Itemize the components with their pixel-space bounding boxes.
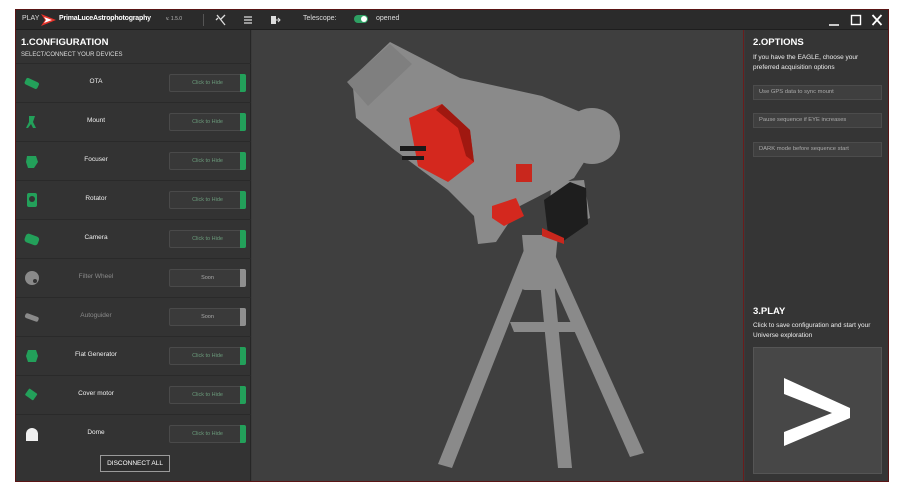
device-name: Filter Wheel bbox=[78, 273, 114, 280]
telescope-model bbox=[347, 42, 644, 468]
device-toggle-button[interactable]: Click to Hide bbox=[169, 386, 246, 404]
play-label: PLAY bbox=[22, 15, 40, 22]
device-row: Autoguider Soon bbox=[16, 297, 251, 336]
device-toggle-button[interactable]: Click to Hide bbox=[169, 74, 246, 92]
device-toggle-label: Click to Hide bbox=[192, 392, 223, 398]
autoguider-icon bbox=[24, 309, 40, 325]
tools-icon[interactable] bbox=[215, 14, 227, 26]
telescope-toggle[interactable] bbox=[354, 15, 368, 23]
focuser-icon bbox=[24, 153, 40, 169]
menu-icon[interactable] bbox=[242, 14, 254, 26]
device-toggle-button[interactable]: Click to Hide bbox=[169, 152, 246, 170]
configuration-subtitle: SELECT/CONNECT YOUR DEVICES bbox=[21, 52, 123, 58]
filter-wheel-icon bbox=[24, 270, 40, 286]
device-row: Mount Click to Hide bbox=[16, 102, 251, 141]
title-bar: PLAY PrimaLuceAstrophotography v. 1.5.0 … bbox=[16, 10, 888, 30]
device-name: Autoguider bbox=[80, 312, 112, 319]
play-title: 3.PLAY bbox=[753, 306, 786, 317]
options-panel: 2.OPTIONS If you have the EAGLE, choose … bbox=[745, 30, 888, 481]
device-name: Mount bbox=[86, 117, 106, 124]
device-toggle-label: Click to Hide bbox=[192, 431, 223, 437]
device-row: Camera Click to Hide bbox=[16, 219, 251, 258]
disconnect-all-button[interactable]: DISCONNECT ALL bbox=[100, 455, 170, 472]
device-toggle-label: Click to Hide bbox=[192, 197, 223, 203]
device-toggle-label: Click to Hide bbox=[192, 119, 223, 125]
device-toggle-button[interactable]: Click to Hide bbox=[169, 191, 246, 209]
configuration-panel: 1.CONFIGURATION SELECT/CONNECT YOUR DEVI… bbox=[16, 30, 251, 481]
titlebar-divider bbox=[203, 14, 204, 26]
cover-motor-icon bbox=[24, 387, 40, 403]
device-toggle-label: Click to Hide bbox=[192, 158, 223, 164]
toggle-indicator bbox=[240, 152, 246, 170]
device-row: Flat Generator Click to Hide bbox=[16, 336, 251, 375]
device-toggle-label: Click to Hide bbox=[192, 236, 223, 242]
minimize-icon[interactable] bbox=[825, 11, 843, 29]
toggle-indicator bbox=[240, 386, 246, 404]
device-name: Focuser bbox=[84, 156, 108, 163]
flat-generator-icon bbox=[24, 348, 40, 364]
device-row: Dome Click to Hide bbox=[16, 414, 251, 453]
telescope-label: Telescope: bbox=[303, 15, 337, 22]
maximize-icon[interactable] bbox=[847, 11, 865, 29]
device-toggle-button[interactable]: Click to Hide bbox=[169, 425, 246, 443]
toggle-indicator bbox=[240, 425, 246, 443]
device-toggle-label: Soon bbox=[201, 314, 214, 320]
device-name: Dome bbox=[87, 429, 105, 436]
device-row: Cover motor Click to Hide bbox=[16, 375, 251, 414]
device-toggle-button[interactable]: Click to Hide bbox=[169, 347, 246, 365]
app-window: PLAY PrimaLuceAstrophotography v. 1.5.0 … bbox=[15, 9, 889, 482]
mount-icon bbox=[24, 114, 40, 130]
device-row: Focuser Click to Hide bbox=[16, 141, 251, 180]
export-icon[interactable] bbox=[269, 14, 281, 26]
telescope-3d-viewport[interactable] bbox=[252, 30, 744, 481]
brand-name: PrimaLuceAstrophotography bbox=[59, 15, 151, 22]
play-button[interactable] bbox=[753, 347, 882, 474]
device-name: Flat Generator bbox=[75, 351, 117, 358]
device-row: Filter Wheel Soon bbox=[16, 258, 251, 297]
device-toggle-button[interactable]: Soon bbox=[169, 269, 246, 287]
device-toggle-label: Click to Hide bbox=[192, 80, 223, 86]
version-label: v. 1.5.0 bbox=[166, 16, 183, 22]
brand-logo-icon bbox=[41, 14, 56, 26]
toggle-indicator bbox=[240, 230, 246, 248]
dome-icon bbox=[24, 426, 40, 442]
chevron-right-icon bbox=[784, 378, 850, 446]
device-name: Cover motor bbox=[78, 390, 114, 397]
toggle-indicator bbox=[240, 308, 246, 326]
device-row: Rotator Click to Hide bbox=[16, 180, 251, 219]
ota-icon bbox=[24, 75, 40, 91]
dark-mode-button[interactable]: DARK mode before sequence start bbox=[753, 142, 882, 157]
toggle-indicator bbox=[240, 269, 246, 287]
device-name: Rotator bbox=[85, 195, 107, 202]
gps-sync-button[interactable]: Use GPS data to sync mount bbox=[753, 85, 882, 100]
toggle-indicator bbox=[240, 74, 246, 92]
device-toggle-button[interactable]: Soon bbox=[169, 308, 246, 326]
telescope-state: opened bbox=[376, 15, 400, 22]
camera-icon bbox=[24, 231, 40, 247]
device-toggle-button[interactable]: Click to Hide bbox=[169, 113, 246, 131]
rotator-icon bbox=[24, 192, 40, 208]
device-name: Camera bbox=[84, 234, 108, 241]
device-toggle-label: Soon bbox=[201, 275, 214, 281]
options-title: 2.OPTIONS bbox=[753, 37, 804, 48]
close-icon[interactable] bbox=[868, 11, 886, 29]
device-toggle-label: Click to Hide bbox=[192, 353, 223, 359]
toggle-indicator bbox=[240, 347, 246, 365]
device-row: OTA Click to Hide bbox=[16, 63, 251, 102]
pause-sequence-button[interactable]: Pause sequence if EYE increases bbox=[753, 113, 882, 128]
toggle-indicator bbox=[240, 113, 246, 131]
toggle-indicator bbox=[240, 191, 246, 209]
configuration-title: 1.CONFIGURATION bbox=[21, 37, 109, 48]
play-description: Click to save configuration and start yo… bbox=[753, 322, 871, 339]
device-toggle-button[interactable]: Click to Hide bbox=[169, 230, 246, 248]
device-name: OTA bbox=[89, 78, 103, 85]
options-description: If you have the EAGLE, choose your prefe… bbox=[753, 54, 859, 71]
